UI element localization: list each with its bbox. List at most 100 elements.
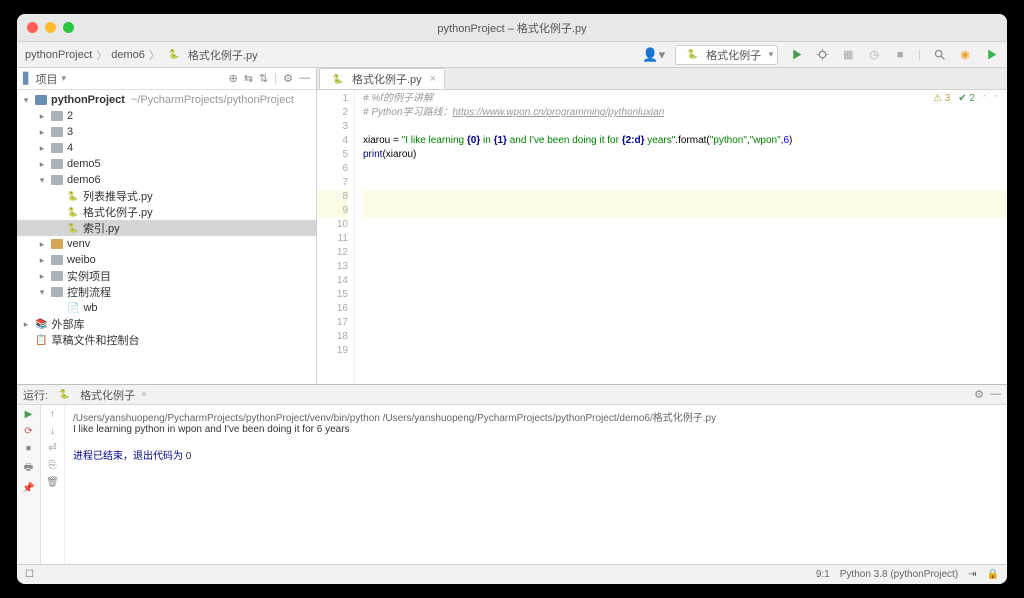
tree-node[interactable]: ▾控制流程 — [17, 284, 316, 300]
hide-icon[interactable]: — — [990, 388, 1001, 401]
tree-arrow-icon[interactable]: ▸ — [37, 271, 47, 282]
tree-node[interactable]: ▸weibo — [17, 252, 316, 268]
code-line[interactable] — [363, 260, 1007, 274]
plugin-icon[interactable] — [983, 47, 999, 63]
close-tab-icon[interactable]: × — [430, 73, 436, 85]
code-line[interactable] — [363, 190, 1007, 204]
tree-node[interactable]: 格式化例子.py — [17, 204, 316, 220]
rerun-icon[interactable]: ▶ — [25, 409, 33, 420]
user-icon[interactable]: 👤▾ — [642, 47, 665, 63]
print-icon[interactable]: 🖶 — [24, 460, 33, 477]
scroll-icon[interactable]: ⎘ — [49, 460, 57, 471]
code-line[interactable] — [363, 288, 1007, 302]
code-line[interactable]: # Python学习路线：https://www.wpon.cn/program… — [363, 106, 1007, 120]
profile-button[interactable]: ◷ — [866, 47, 882, 63]
code-line[interactable] — [363, 218, 1007, 232]
code-line[interactable]: print(xiarou) — [363, 148, 1007, 162]
code-area[interactable]: 12345678910111213141516171819 ⚠ 3 ✔ 2 ˆ … — [317, 90, 1007, 384]
code-line[interactable]: # %f的例子讲解 — [363, 92, 1007, 106]
tree-node[interactable]: ▸4 — [17, 140, 316, 156]
tree-node[interactable]: 索引.py — [17, 220, 316, 236]
tree-node[interactable]: ▸venv — [17, 236, 316, 252]
chevron-up-icon[interactable]: ˆ — [983, 94, 986, 104]
console-output[interactable]: /Users/yanshuopeng/PycharmProjects/pytho… — [65, 405, 1007, 564]
tree-arrow-icon[interactable]: ▸ — [37, 111, 47, 122]
maximize-window-button[interactable] — [63, 22, 74, 33]
breadcrumb-item[interactable]: demo6 — [111, 49, 145, 61]
tree-node[interactable]: ▸demo5 — [17, 156, 316, 172]
python-interpreter[interactable]: Python 3.8 (pythonProject) — [840, 569, 958, 580]
lock-icon[interactable]: 🔒 — [987, 569, 999, 580]
tree-node[interactable]: ▾demo6 — [17, 172, 316, 188]
tree-arrow-icon[interactable]: ▾ — [37, 175, 47, 186]
sync-icon[interactable]: ◉ — [957, 47, 973, 63]
warning-badge[interactable]: ⚠ 3 — [933, 93, 950, 104]
collapse-icon[interactable]: ⇅ — [259, 72, 268, 85]
scratch-icon: 📋 — [35, 335, 47, 346]
cursor-position[interactable]: 9:1 — [816, 569, 830, 580]
breadcrumb[interactable]: pythonProject 〉 demo6 〉 格式化例子.py — [25, 47, 258, 63]
code-line[interactable] — [363, 330, 1007, 344]
breadcrumb-item[interactable]: pythonProject — [25, 49, 92, 61]
tree-node[interactable]: 列表推导式.py — [17, 188, 316, 204]
chevron-down-icon[interactable]: ˇ — [994, 94, 997, 104]
up-icon[interactable]: ↑ — [50, 409, 55, 420]
down-icon[interactable]: ↓ — [50, 426, 55, 437]
wrap-icon[interactable]: ⏎ — [48, 443, 56, 454]
tree-node[interactable]: 📋草稿文件和控制台 — [17, 332, 316, 348]
ok-badge[interactable]: ✔ 2 — [958, 93, 975, 104]
layout-icon[interactable]: ⏹ — [26, 443, 31, 454]
tree-arrow-icon[interactable]: ▸ — [21, 319, 31, 330]
stop-button[interactable]: ■ — [892, 47, 908, 63]
gear-icon[interactable]: ⚙ — [283, 72, 293, 85]
tree-arrow-icon[interactable]: ▾ — [37, 287, 47, 298]
tree-arrow-icon[interactable]: ▸ — [37, 143, 47, 154]
tree-arrow-icon[interactable]: ▸ — [37, 255, 47, 266]
project-tool-label[interactable]: ▋项目 ▾ — [23, 71, 66, 87]
py-icon — [67, 222, 79, 234]
stop-icon[interactable]: ⟳ — [24, 426, 32, 437]
code-content[interactable]: ⚠ 3 ✔ 2 ˆ ˇ # %f的例子讲解# Python学习路线：https:… — [355, 90, 1007, 384]
minimize-window-button[interactable] — [45, 22, 56, 33]
search-icon[interactable] — [931, 47, 947, 63]
inspection-badges[interactable]: ⚠ 3 ✔ 2 ˆ ˇ — [933, 93, 997, 104]
hide-icon[interactable]: — — [299, 72, 310, 85]
tree-arrow-icon[interactable]: ▸ — [37, 239, 47, 250]
tree-node[interactable]: ▾pythonProject~/PycharmProjects/pythonPr… — [17, 92, 316, 108]
status-message-icon[interactable]: ☐ — [25, 569, 34, 580]
tree-arrow-icon[interactable]: ▸ — [37, 127, 47, 138]
trash-icon[interactable]: 🗑 — [46, 477, 59, 488]
code-line[interactable]: xiarou = "I like learning {0} in {1} and… — [363, 134, 1007, 148]
code-line[interactable] — [363, 162, 1007, 176]
code-line[interactable] — [363, 302, 1007, 316]
breadcrumb-item[interactable]: 格式化例子.py — [188, 47, 258, 63]
run-config-selector[interactable]: 格式化例子 — [675, 45, 778, 65]
expand-icon[interactable]: ⇆ — [244, 72, 253, 85]
tree-node[interactable]: ▸3 — [17, 124, 316, 140]
tree-node[interactable]: ▸实例项目 — [17, 268, 316, 284]
editor-tab[interactable]: 格式化例子.py × — [319, 68, 445, 89]
code-line[interactable] — [363, 232, 1007, 246]
code-line[interactable] — [363, 316, 1007, 330]
pin-icon[interactable]: 📌 — [22, 483, 34, 494]
console-tab-label[interactable]: 格式化例子 — [80, 387, 135, 403]
tree-node[interactable]: 📄wb — [17, 300, 316, 316]
code-line[interactable] — [363, 176, 1007, 190]
project-tree[interactable]: ▾pythonProject~/PycharmProjects/pythonPr… — [17, 90, 316, 384]
run-button[interactable] — [788, 47, 804, 63]
indent-icon[interactable]: ⇥ — [968, 569, 976, 580]
code-line[interactable] — [363, 246, 1007, 260]
tree-arrow-icon[interactable]: ▸ — [37, 159, 47, 170]
gear-icon[interactable]: ⚙ — [974, 388, 984, 401]
target-icon[interactable]: ⊕ — [229, 72, 238, 85]
code-line[interactable] — [363, 120, 1007, 134]
tree-node[interactable]: ▸📚外部库 — [17, 316, 316, 332]
debug-button[interactable] — [814, 47, 830, 63]
coverage-button[interactable]: ▦ — [840, 47, 856, 63]
tree-node[interactable]: ▸2 — [17, 108, 316, 124]
code-line[interactable] — [363, 204, 1007, 218]
code-line[interactable] — [363, 274, 1007, 288]
tree-arrow-icon[interactable]: ▾ — [21, 95, 31, 106]
code-line[interactable] — [363, 344, 1007, 358]
close-window-button[interactable] — [27, 22, 38, 33]
